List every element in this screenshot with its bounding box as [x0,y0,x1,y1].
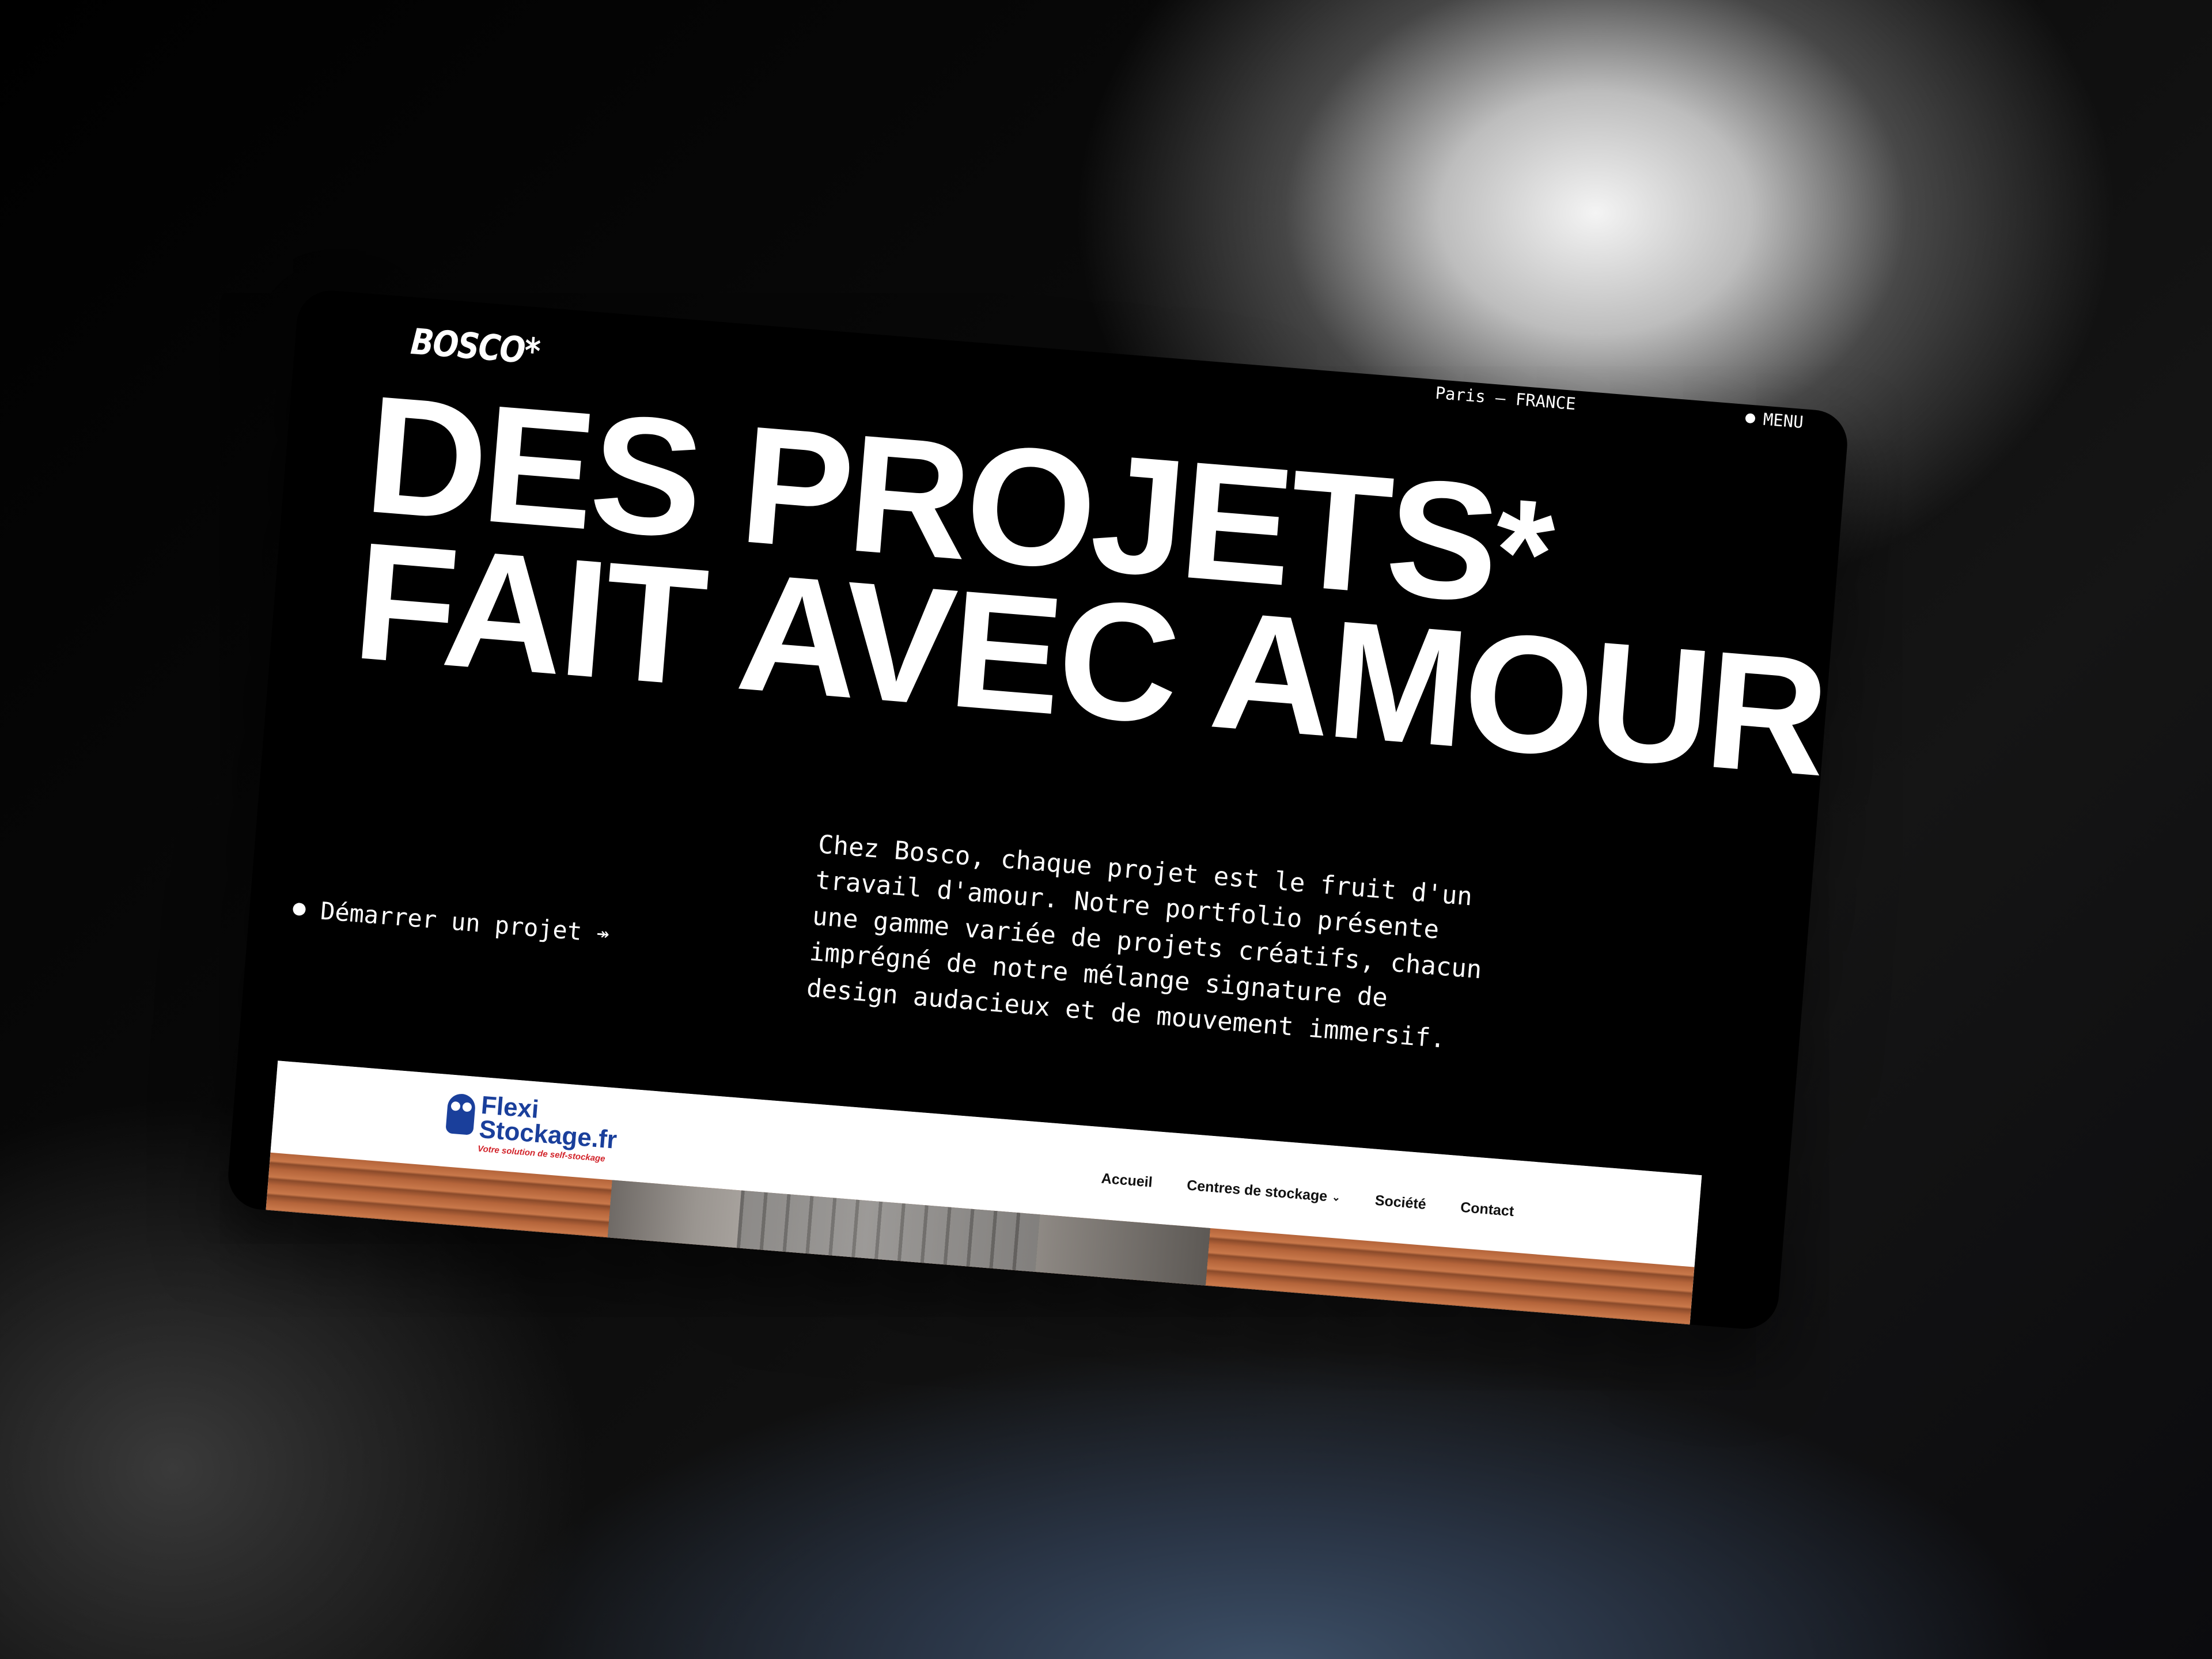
nav-item-accueil[interactable]: Accueil [1101,1171,1153,1191]
chevron-down-icon: ⌄ [1331,1191,1341,1203]
nav-item-contact[interactable]: Contact [1460,1199,1514,1220]
hero-description: Chez Bosco, chaque projet est le fruit d… [805,830,1483,1054]
website-screen: BOSCO* Paris — FRANCE MENU DES PROJETS* … [225,288,1850,1332]
menu-button[interactable]: MENU [1745,408,1804,432]
nav-item-centres-de-stockage[interactable]: Centres de stockage ⌄ [1186,1177,1341,1206]
nav-item-societe[interactable]: Société [1374,1192,1427,1213]
start-project-link[interactable]: Démarrer un projet ↠ [292,895,611,948]
start-project-label: Démarrer un projet [319,896,584,946]
menu-dot-icon [1745,412,1756,423]
owl-mascot-icon [445,1093,476,1135]
location-label: Paris — FRANCE [1434,382,1577,414]
project-preview-card[interactable]: Flexi Stockage.fr Votre solution de self… [258,1060,1702,1332]
double-arrow-right-icon: ↠ [596,921,611,946]
ceiling-beams [729,1190,1040,1332]
flexi-stockage-logo[interactable]: Flexi Stockage.fr Votre solution de self… [444,1090,620,1164]
cta-dot-icon [292,902,306,916]
menu-label: MENU [1762,409,1804,433]
preview-nav: Accueil Centres de stockage ⌄ Société Con… [1101,1171,1515,1221]
hero-title: DES PROJETS* FAIT AVEC AMOUR [348,361,1842,811]
